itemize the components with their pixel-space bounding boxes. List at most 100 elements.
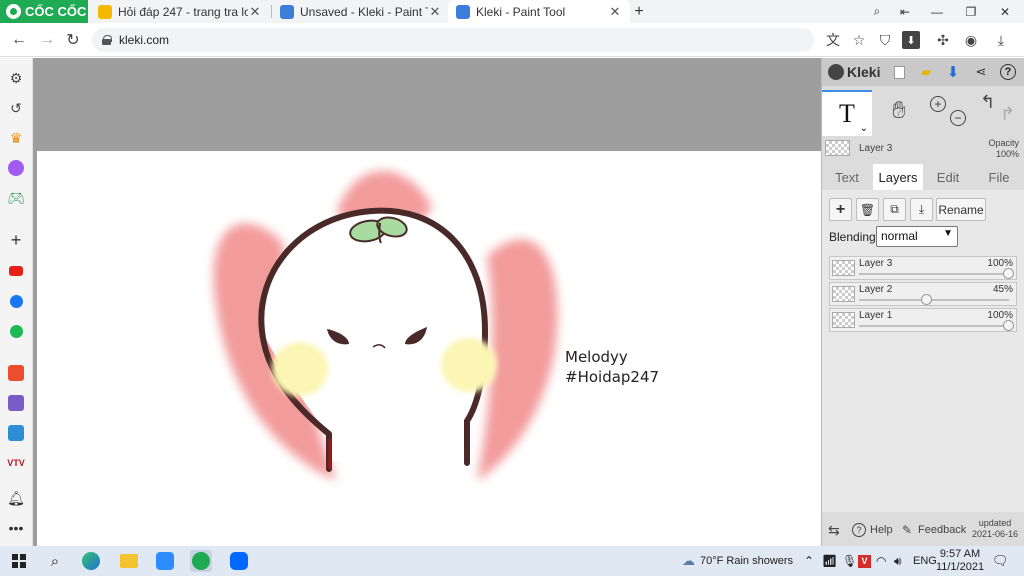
kleki-header: Kleki ▰ ⬇ ⋖ ?	[822, 58, 1024, 86]
undo-icon[interactable]: ↰	[980, 92, 995, 113]
bell-icon[interactable]: 🔔︎	[6, 488, 26, 508]
new-tab-button[interactable]: +	[628, 0, 650, 23]
spotify-icon[interactable]	[6, 321, 26, 341]
new-image-icon[interactable]	[890, 63, 908, 81]
url-field[interactable]: kleki.com	[92, 28, 814, 52]
close-icon[interactable]: ✕	[608, 4, 622, 20]
zoom-in-icon[interactable]: +	[930, 96, 946, 112]
download-manager-icon[interactable]: ⬇	[902, 31, 920, 49]
lock-icon	[102, 35, 112, 45]
layer-row[interactable]: Layer 2 45%	[829, 282, 1017, 306]
speaker-icon[interactable]: 🔊︎	[894, 546, 902, 576]
kleki-favicon-icon	[456, 4, 470, 19]
facebook-icon[interactable]	[6, 291, 26, 311]
merge-down-icon[interactable]: ⤓	[910, 198, 933, 221]
file-explorer-icon[interactable]	[118, 550, 140, 572]
blending-select[interactable]: normal ▼	[876, 226, 958, 247]
wifi-icon[interactable]: ◠	[876, 546, 886, 576]
crown-icon[interactable]: ♛	[6, 128, 26, 148]
rename-button[interactable]: Rename	[936, 198, 986, 221]
close-icon[interactable]: ✕	[248, 4, 262, 20]
settings-gear-icon[interactable]: ⚙	[6, 68, 26, 88]
download-icon[interactable]: ⤓	[992, 31, 1010, 49]
tab-kleki[interactable]: Kleki - Paint Tool ✕	[448, 0, 630, 23]
tray-chevron-up-icon[interactable]: ⌃	[804, 546, 814, 576]
network-icon[interactable]: 📶︎	[822, 546, 837, 576]
swap-arrows-icon[interactable]: ⇆	[828, 522, 840, 539]
help-circle-icon[interactable]: ?	[852, 523, 866, 537]
youtube-icon[interactable]	[6, 261, 26, 281]
text-tool-button[interactable]: T ⌄	[822, 90, 872, 136]
gamepad-icon[interactable]: 🎮︎	[6, 188, 26, 208]
minimize-icon[interactable]: —	[920, 0, 954, 23]
drawing-canvas[interactable]: Melodyy #Hoidap247	[37, 151, 821, 546]
profile-icon[interactable]: ◉	[962, 31, 980, 49]
tab-unsaved-kleki[interactable]: Unsaved - Kleki - Paint Tool ✕	[272, 0, 450, 23]
updated-date: 2021-06-16	[972, 529, 1019, 539]
game-avatar-icon[interactable]	[6, 393, 26, 413]
hand-tool-icon[interactable]: ✋︎	[884, 96, 914, 126]
address-bar-row: ← → ↻ kleki.com 文 ☆ ⛉ ⬇ ✣ ◉ ⤓	[0, 23, 1024, 57]
open-folder-icon[interactable]: ▰	[917, 63, 935, 81]
layer-row[interactable]: Layer 3 100%	[829, 256, 1017, 280]
notifications-icon[interactable]: 🗨︎	[992, 546, 1009, 576]
zoom-out-icon[interactable]: −	[950, 110, 966, 126]
save-download-icon[interactable]: ⬇	[944, 63, 962, 81]
windows-start-icon[interactable]	[8, 550, 30, 572]
vtv-icon[interactable]: VTV	[6, 453, 26, 473]
tab-hoidap[interactable]: Hỏi đáp 247 - trang tra loi ✕	[90, 0, 270, 23]
help-link[interactable]: Help	[870, 524, 893, 536]
panel-tabs: Text Layers Edit File	[822, 164, 1024, 190]
opacity-slider-knob[interactable]	[1003, 320, 1014, 331]
clock[interactable]: 9:57 AM 11/1/2021	[936, 546, 984, 576]
tab-edit[interactable]: Edit	[923, 164, 973, 190]
delete-layer-trash-icon[interactable]: 🗑︎	[856, 198, 879, 221]
restore-icon[interactable]: ❐	[954, 0, 988, 23]
add-icon[interactable]: +	[6, 230, 26, 250]
tab-text[interactable]: Text	[822, 164, 872, 190]
language-indicator[interactable]: ENG	[913, 546, 937, 576]
help-icon[interactable]: ?	[1000, 64, 1016, 80]
unikey-v-icon[interactable]: V	[858, 546, 871, 576]
tab-file[interactable]: File	[973, 164, 1024, 190]
bookmark-star-icon[interactable]: ☆	[850, 31, 868, 49]
coccoc-brand-button[interactable]: CỐC CỐC	[0, 0, 88, 23]
feedback-link[interactable]: Feedback	[918, 524, 966, 536]
translate-icon[interactable]: 文	[824, 31, 842, 49]
opacity-slider-knob[interactable]	[920, 294, 932, 305]
coccoc-logo-icon	[6, 4, 21, 19]
share-icon[interactable]: ⋖	[972, 63, 990, 81]
layer-name: Layer 1	[859, 310, 893, 321]
reload-icon[interactable]: ↻	[62, 29, 84, 51]
search-icon[interactable]: ⌕	[44, 550, 66, 572]
tiki-icon[interactable]	[6, 423, 26, 443]
canvas-workspace[interactable]: Melodyy #Hoidap247	[33, 58, 821, 546]
zoom-app-icon[interactable]	[154, 550, 176, 572]
forward-arrow-icon[interactable]: →	[36, 29, 58, 51]
edge-icon[interactable]	[80, 550, 102, 572]
shopee-icon[interactable]	[6, 363, 26, 383]
more-dots-icon[interactable]: •••	[6, 518, 26, 538]
zalo-icon[interactable]	[228, 550, 250, 572]
opacity-slider-knob[interactable]	[1003, 268, 1014, 279]
messenger-icon[interactable]	[6, 158, 26, 178]
kleki-logo[interactable]: Kleki	[828, 64, 880, 80]
redo-icon[interactable]: ↱	[1000, 104, 1015, 125]
layer-row[interactable]: Layer 1 100%	[829, 308, 1017, 332]
coccoc-taskbar-icon[interactable]	[190, 550, 212, 572]
opacity-slider-track[interactable]	[859, 325, 1009, 327]
extensions-icon[interactable]: ✣	[934, 31, 952, 49]
history-icon[interactable]: ↺	[6, 98, 26, 118]
back-arrow-icon[interactable]: ←	[8, 29, 30, 51]
opacity-slider-track[interactable]	[859, 299, 1009, 301]
duplicate-layer-icon[interactable]: ⧉	[883, 198, 906, 221]
microphone-icon[interactable]: 🎙︎	[842, 546, 857, 576]
tab-layers[interactable]: Layers	[873, 164, 923, 190]
pin-icon[interactable]: ⇤	[888, 0, 922, 23]
close-window-icon[interactable]: ✕	[988, 0, 1022, 23]
add-layer-button[interactable]: +	[829, 198, 852, 221]
shield-icon[interactable]: ⛉	[876, 31, 894, 49]
close-icon[interactable]: ✕	[428, 4, 442, 20]
weather-widget[interactable]: ☁ 70°F Rain showers	[682, 546, 793, 576]
opacity-slider-track[interactable]	[859, 273, 1009, 275]
